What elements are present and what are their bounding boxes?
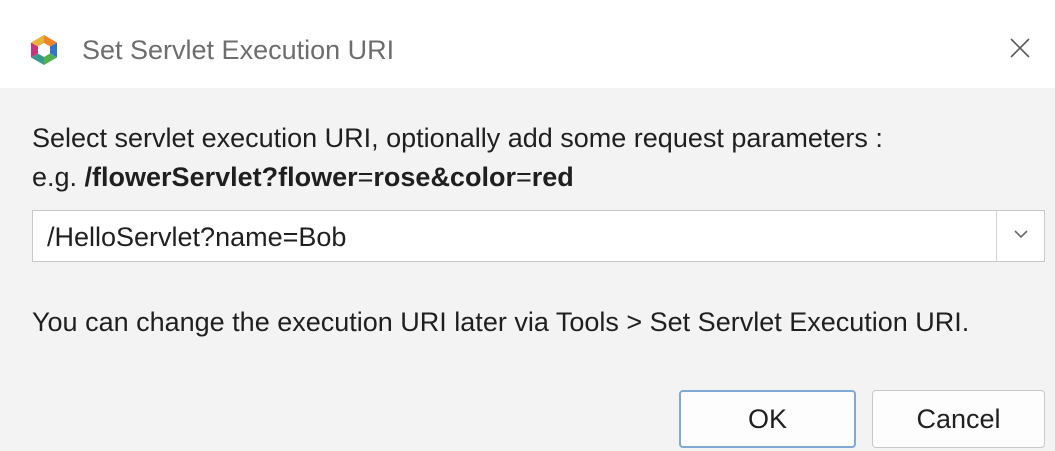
example-path: /flowerServlet?flower xyxy=(84,162,358,192)
netbeans-cube-icon xyxy=(28,34,60,66)
window-top-strip xyxy=(0,0,1055,10)
close-button[interactable] xyxy=(1000,30,1040,70)
uri-combo-value[interactable]: /HelloServlet?name=Bob xyxy=(47,220,346,254)
example-equals-1: = xyxy=(357,162,374,192)
example-text: e.g. /flowerServlet?flower=rose&color=re… xyxy=(32,160,574,194)
window-title: Set Servlet Execution URI xyxy=(82,35,395,65)
dialog-content: Select servlet execution URI, optionally… xyxy=(0,88,1055,451)
instruction-text: Select servlet execution URI, optionally… xyxy=(32,123,883,153)
set-servlet-uri-dialog: Set Servlet Execution URI Select servlet… xyxy=(0,0,1055,451)
close-icon xyxy=(1008,36,1032,65)
title-bar[interactable]: Set Servlet Execution URI xyxy=(0,10,1055,88)
example-value-1: rose&color xyxy=(373,162,516,192)
example-value-2: red xyxy=(531,162,574,192)
cancel-button[interactable]: Cancel xyxy=(872,390,1045,448)
example-prefix: e.g. xyxy=(32,162,85,192)
uri-combo-box[interactable]: /HelloServlet?name=Bob xyxy=(32,210,1045,262)
combo-dropdown-button[interactable] xyxy=(997,211,1044,261)
example-equals-2: = xyxy=(515,162,532,192)
chevron-down-icon xyxy=(1012,227,1030,245)
ok-button[interactable]: OK xyxy=(679,390,856,448)
hint-text: You can change the execution URI later v… xyxy=(32,307,970,337)
